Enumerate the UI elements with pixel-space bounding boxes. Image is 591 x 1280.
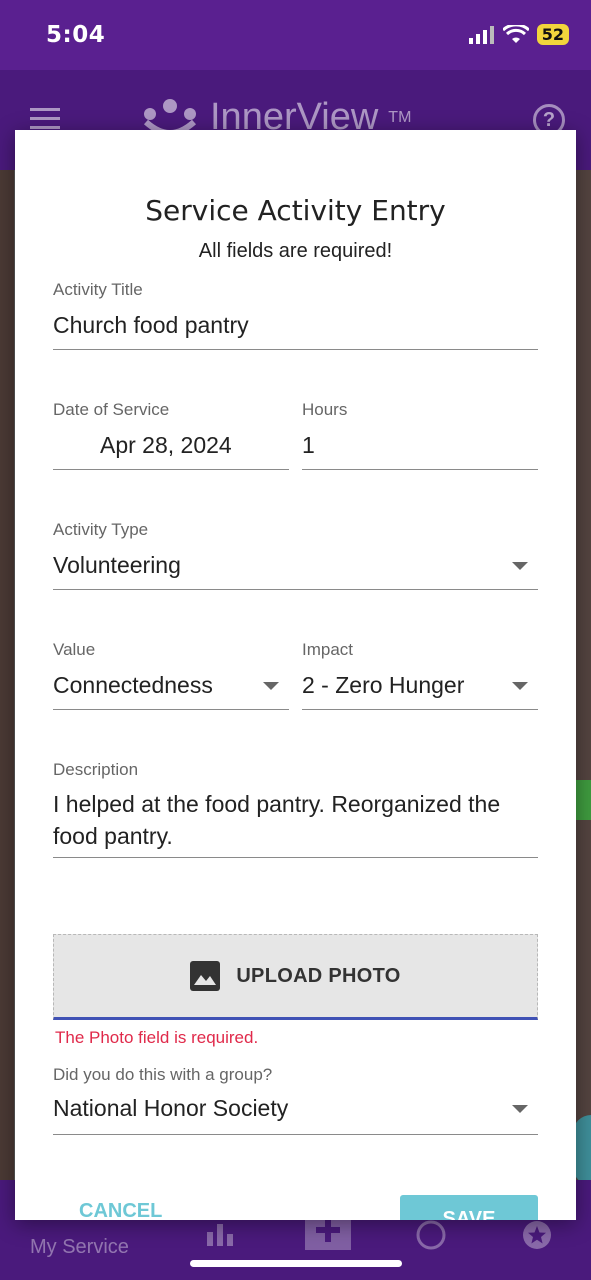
date-of-service-value: Apr 28, 2024	[100, 432, 232, 458]
background-card-edge	[0, 170, 14, 1180]
status-icons: 52	[468, 24, 569, 45]
description-label: Description	[53, 760, 139, 779]
value-label: Value	[53, 640, 96, 659]
chevron-down-icon	[512, 1105, 528, 1113]
group-label: Did you do this with a group?	[53, 1065, 273, 1084]
chart-icon[interactable]	[205, 1220, 235, 1246]
globe-icon[interactable]	[416, 1220, 446, 1250]
description-value: I helped at the food pantry. Reorganized…	[53, 791, 501, 849]
star-icon[interactable]	[522, 1220, 552, 1250]
value-value: Connectedness	[53, 672, 213, 698]
background-accent	[575, 780, 591, 820]
group-select[interactable]: Did you do this with a group? National H…	[53, 1065, 538, 1135]
save-button[interactable]: SAVE	[400, 1195, 538, 1220]
service-activity-dialog: Service Activity Entry All fields are re…	[15, 130, 576, 1220]
hours-field[interactable]: Hours 1	[302, 400, 538, 470]
activity-type-select[interactable]: Activity Type Volunteering	[53, 520, 538, 590]
home-indicator	[190, 1260, 402, 1267]
background-card-edge	[575, 170, 591, 1180]
hours-value: 1	[302, 432, 315, 458]
activity-type-value: Volunteering	[53, 552, 181, 578]
chevron-down-icon	[512, 682, 528, 690]
photo-error-message: The Photo field is required.	[55, 1028, 259, 1047]
dialog-title: Service Activity Entry	[145, 194, 446, 227]
cancel-button[interactable]: CANCEL	[79, 1200, 162, 1220]
trademark: TM	[388, 108, 412, 126]
dialog-subtitle: All fields are required!	[198, 240, 393, 262]
battery-indicator: 52	[536, 24, 569, 45]
hours-label: Hours	[302, 400, 348, 419]
impact-select[interactable]: Impact 2 - Zero Hunger	[302, 640, 538, 710]
activity-title-value: Church food pantry	[53, 312, 249, 338]
impact-label: Impact	[302, 640, 354, 659]
upload-photo-label: UPLOAD PHOTO	[236, 964, 401, 987]
menu-icon[interactable]	[30, 108, 60, 130]
upload-photo-button[interactable]: UPLOAD PHOTO	[53, 934, 538, 1020]
nav-my-service[interactable]: My Service	[30, 1236, 129, 1259]
impact-value: 2 - Zero Hunger	[302, 672, 465, 698]
date-of-service-field[interactable]: Date of Service Apr 28, 2024	[53, 400, 289, 470]
value-select[interactable]: Value Connectedness	[53, 640, 289, 710]
status-bar: 5:04 52	[0, 0, 591, 70]
image-icon	[190, 961, 221, 991]
wifi-icon	[502, 24, 529, 43]
activity-title-label: Activity Title	[53, 280, 143, 299]
status-time: 5:04	[46, 22, 106, 48]
signal-icon	[468, 25, 494, 44]
chevron-down-icon	[512, 562, 528, 570]
chevron-down-icon	[263, 682, 279, 690]
activity-title-field[interactable]: Activity Title Church food pantry	[53, 280, 538, 350]
group-value: National Honor Society	[53, 1095, 289, 1121]
date-of-service-label: Date of Service	[53, 400, 170, 419]
activity-type-label: Activity Type	[53, 520, 149, 539]
description-field[interactable]: Description I helped at the food pantry.…	[53, 760, 538, 858]
